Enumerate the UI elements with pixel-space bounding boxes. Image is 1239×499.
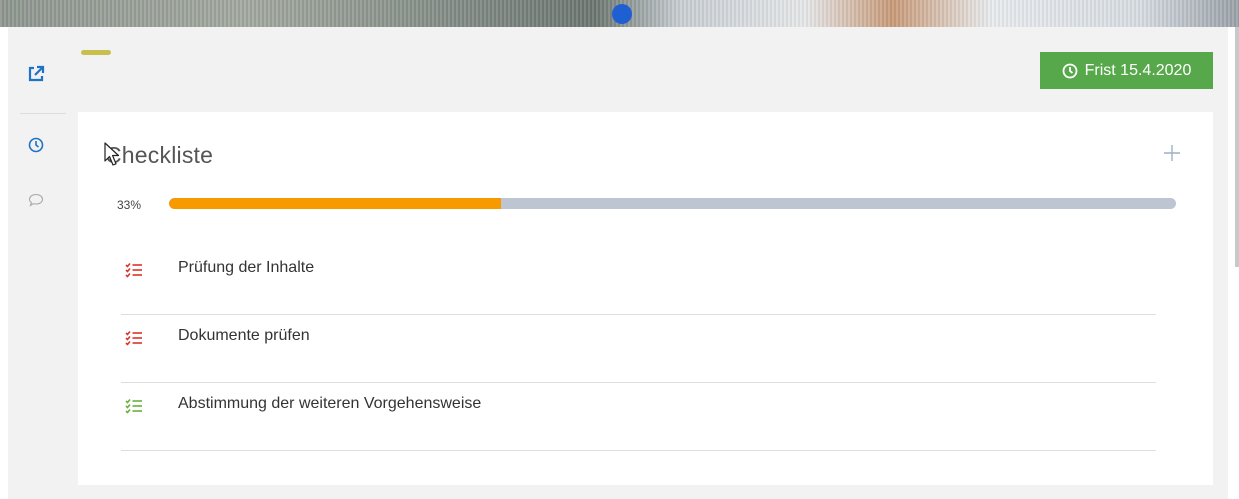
- clock-icon: [1062, 63, 1078, 78]
- checklist-icon: [125, 398, 142, 414]
- checklist-item[interactable]: Abstimmung der weiteren Vorgehensweise: [121, 383, 1156, 451]
- label-marker: [81, 50, 111, 55]
- scrollbar[interactable]: [1235, 27, 1239, 267]
- deadline-label: Frist 15.4.2020: [1084, 61, 1192, 79]
- header-image: [0, 0, 1239, 27]
- checklist-item-label: Abstimmung der weiteren Vorgehensweise: [178, 395, 482, 412]
- mouse-cursor-icon: [104, 142, 120, 166]
- clock-icon[interactable]: [25, 134, 47, 156]
- checklist-item[interactable]: Dokumente prüfen: [121, 315, 1156, 383]
- checklist-card: Checkliste 33% Prüfung der Inhalte Dokum…: [78, 112, 1213, 485]
- checklist-items: Prüfung der Inhalte Dokumente prüfen Abs…: [121, 247, 1156, 451]
- external-link-icon[interactable]: [25, 63, 47, 85]
- banner-indicator: [612, 4, 632, 24]
- checklist-item-label: Prüfung der Inhalte: [178, 259, 315, 276]
- checklist-item[interactable]: Prüfung der Inhalte: [121, 247, 1156, 315]
- progress-percent: 33%: [117, 198, 142, 212]
- progress-bar: [169, 198, 1176, 209]
- checklist-icon: [125, 262, 142, 278]
- rail-divider: [20, 113, 66, 114]
- deadline-badge[interactable]: Frist 15.4.2020: [1040, 52, 1213, 89]
- add-item-icon[interactable]: [1163, 144, 1181, 162]
- icon-rail: [8, 27, 66, 499]
- checklist-icon: [125, 330, 142, 346]
- comment-icon[interactable]: [25, 189, 47, 211]
- checklist-item-label: Dokumente prüfen: [178, 327, 310, 344]
- progress-bar-fill: [169, 198, 502, 209]
